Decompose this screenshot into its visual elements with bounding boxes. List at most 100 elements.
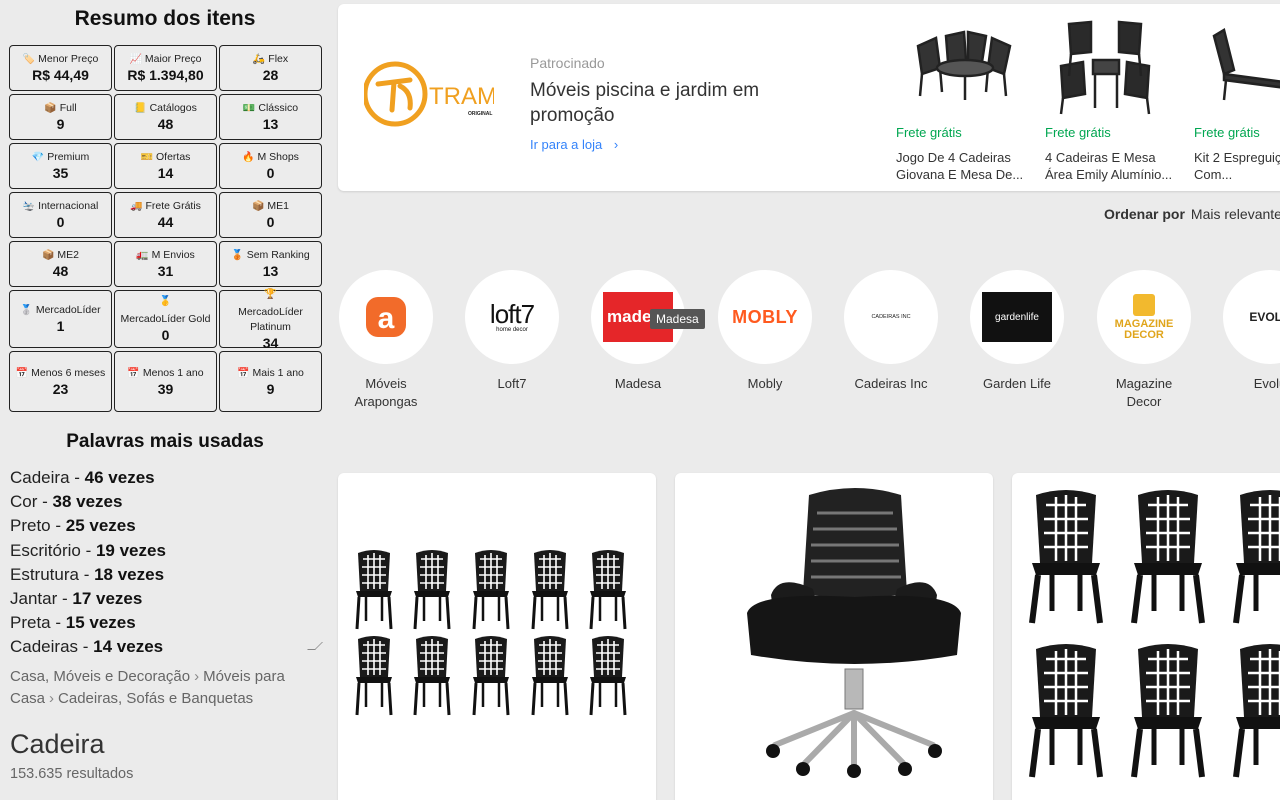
summary-cell-label: 🏷️ Menor Preço	[20, 52, 102, 67]
store-link[interactable]: Ir para a loja ›	[530, 137, 618, 152]
summary-cell[interactable]: 💎 Premium 35	[9, 143, 112, 189]
svg-text:a: a	[378, 302, 395, 335]
brand-magazine-decor[interactable]: MAGAZINE DECOR Magazine Decor	[1097, 270, 1191, 411]
product-card[interactable]	[338, 473, 656, 800]
summary-cell-label: 📅 Mais 1 ano	[234, 366, 307, 381]
word-text: Escritório	[10, 540, 81, 560]
summary-cell[interactable]: 📅 Menos 1 ano 39	[114, 351, 217, 412]
product-card[interactable]	[1012, 473, 1280, 800]
summary-label-text: Maior Preço	[144, 53, 202, 65]
word-text: Jantar	[10, 588, 58, 608]
summary-cell[interactable]: 📅 Menos 6 meses 23	[9, 351, 112, 412]
summary-label-text: Catálogos	[149, 102, 197, 114]
summary-cell[interactable]: 📈 Maior Preço R$ 1.394,80	[114, 45, 217, 91]
brand-logo: MAGAZINE DECOR	[1097, 270, 1191, 364]
words-list[interactable]: Cadeira - 46 vezes Cor - 38 vezes Preto - …	[10, 466, 323, 657]
word-separator: -	[37, 492, 53, 512]
summary-cell[interactable]: 🥇 MercadoLíder Gold 0	[114, 290, 217, 348]
product-title[interactable]: 4 Cadeiras E Mesa Área Emily Alumínio...	[1045, 149, 1185, 183]
free-shipping-label: Frete grátis	[896, 125, 962, 140]
store-link-label: Ir para a loja	[530, 137, 603, 152]
summary-label-text: Premium	[47, 151, 90, 163]
summary-cell[interactable]: 🏷️ Menor Preço R$ 44,49	[9, 45, 112, 91]
summary-label-text: Mais 1 ano	[252, 366, 304, 379]
summary-value: 0	[161, 327, 170, 343]
word-separator: -	[80, 540, 96, 560]
logo-text: TRAMA	[429, 83, 494, 110]
summary-value: 34	[262, 334, 279, 351]
product-title[interactable]: Jogo De 4 Cadeiras Giovana E Mesa De...	[896, 149, 1036, 183]
brand-moveis-arapongas[interactable]: a Móveis Arapongas	[339, 270, 433, 411]
trama-logo[interactable]: TRAMA ORIGINAL	[362, 54, 513, 134]
product-image	[1012, 473, 1280, 793]
word-count: 14 vezes	[93, 637, 164, 657]
summary-cell[interactable]: 🥉 Sem Ranking 13	[219, 241, 322, 287]
ad-product[interactable]: Frete grátis 4 Cadeiras E Mesa Área Emil…	[1045, 16, 1185, 183]
summary-cell[interactable]: 🛬 Internacional 0	[9, 192, 112, 238]
breadcrumb-item[interactable]: Cadeiras, Sofás e Banquetas	[58, 690, 253, 707]
analysis-panel: Resumo dos itens 🏷️ Menor Preço R$ 44,49 📈 M…	[0, 0, 330, 800]
breadcrumb: Casa, Móveis e Decoração › Móveis para Cas…	[10, 666, 320, 710]
summary-cell[interactable]: 📦 Full 9	[9, 94, 112, 140]
sponsored-banner[interactable]: TRAMA ORIGINAL Patrocinado Móveis piscin…	[338, 4, 1280, 191]
summary-icon: 🥈	[20, 305, 33, 316]
ad-product[interactable]: Frete grátis Kit 2 Espreguiç... Catar Co…	[1194, 16, 1280, 183]
summary-cell-label: 🛬 Internacional	[20, 199, 102, 214]
summary-value: 9	[56, 116, 65, 132]
brand-logo: MOBLY	[718, 270, 812, 364]
brand-cadeiras-inc[interactable]: CADEIRAS INC Cadeiras Inc	[844, 270, 938, 393]
summary-cell[interactable]: 🛵 Flex 28	[219, 45, 322, 91]
summary-label-text: Internacional	[38, 200, 99, 212]
summary-value: 0	[56, 214, 65, 230]
brand-logo: EVOLU	[1223, 270, 1280, 364]
brand-evolu[interactable]: EVOLU Evolu	[1223, 270, 1280, 393]
summary-cell-label: 📦 ME2	[39, 248, 82, 263]
summary-icon: 📅	[127, 367, 140, 379]
brand-loft7[interactable]: loft7 home decor Loft7	[465, 270, 559, 393]
sponsored-label: Patrocinado	[530, 55, 605, 71]
product-image	[896, 16, 1036, 121]
brand-name: Magazine Decor	[1115, 376, 1173, 409]
summary-cell[interactable]: 📅 Mais 1 ano 9	[219, 351, 322, 412]
brand-name: Evolu	[1253, 376, 1280, 391]
summary-cell-label: 🥇 MercadoLíder Gold	[115, 294, 216, 327]
brand-garden-life[interactable]: gardenlife Garden Life	[970, 270, 1064, 393]
results-count: 153.635 resultados	[10, 766, 134, 782]
brand-mobly[interactable]: MOBLY Mobly	[718, 270, 812, 393]
summary-grid: 🏷️ Menor Preço R$ 44,49 📈 Maior Preço R$ 1.39…	[9, 45, 322, 412]
summary-cell[interactable]: 🏆 MercadoLíder Platinum 34	[219, 288, 322, 351]
product-title[interactable]: Kit 2 Espreguiç... Catar Com...	[1194, 149, 1280, 183]
summary-cell-label: 📦 Full	[41, 101, 79, 116]
logo-subtext: ORIGINAL	[468, 111, 492, 117]
brand-madesa[interactable]: made Madesa	[591, 270, 685, 393]
chevron-right-icon: ›	[49, 690, 55, 707]
summary-cell[interactable]: 🔥 M Shops 0	[219, 143, 322, 189]
word-item: Jantar - 17 vezes	[10, 587, 322, 611]
sort-dropdown[interactable]: Ordenar por Mais relevantes	[1104, 206, 1280, 222]
summary-cell[interactable]: 🎫 Ofertas 14	[114, 143, 217, 189]
summary-cell[interactable]: 🥈 MercadoLíder 1	[9, 290, 112, 348]
summary-value: 13	[262, 116, 279, 132]
word-separator: -	[69, 468, 85, 487]
summary-cell-label: 💎 Premium	[29, 150, 92, 165]
summary-cell[interactable]: 🚚 Frete Grátis 44	[114, 192, 217, 238]
ad-product[interactable]: Frete grátis Jogo De 4 Cadeiras Giovana …	[896, 16, 1036, 183]
summary-cell[interactable]: 🚛 M Envios 31	[114, 241, 217, 287]
summary-cell[interactable]: 💵 Clássico 13	[219, 94, 322, 140]
summary-value: 48	[52, 263, 69, 279]
word-separator: -	[50, 613, 66, 633]
summary-value: 28	[262, 67, 279, 83]
product-card[interactable]	[675, 473, 993, 800]
breadcrumb-item[interactable]: Casa, Móveis e Decoração	[10, 668, 190, 685]
summary-cell[interactable]: 📒 Catálogos 48	[114, 94, 217, 140]
word-separator: -	[57, 588, 73, 608]
summary-icon: 🏆	[264, 288, 277, 300]
summary-value: R$ 44,49	[32, 67, 89, 83]
summary-cell-label: 🛵 Flex	[250, 52, 291, 67]
brand-logo: loft7 home decor	[465, 270, 559, 364]
word-text: Cadeira	[10, 468, 70, 487]
summary-cell[interactable]: 📦 ME1 0	[219, 192, 322, 238]
summary-icon: 🚛	[136, 250, 149, 261]
summary-cell[interactable]: 📦 ME2 48	[9, 241, 112, 287]
ad-title[interactable]: Móveis piscina e jardim em promoção	[530, 78, 800, 128]
